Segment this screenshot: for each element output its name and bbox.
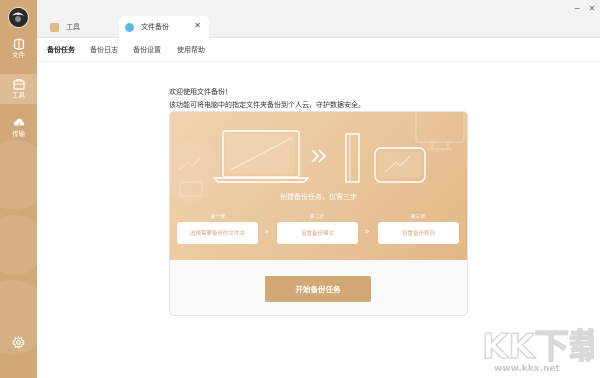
sidebar-decor [0, 215, 37, 275]
tab-bar: 工具 文件备份 ✕ − ✕ [37, 0, 600, 38]
welcome-text: 欢迎使用文件备份！ [169, 88, 232, 96]
watermark-url: www.kkx.net [494, 364, 560, 374]
sidebar-item-tools[interactable]: 工具 [0, 74, 37, 104]
tab-tools[interactable]: 工具 [44, 16, 119, 38]
sidebar-item-label: 工具 [12, 91, 25, 99]
gear-icon[interactable] [12, 336, 25, 349]
step-1-select-folder-button[interactable]: 选择需要备份的文件夹 [177, 222, 258, 244]
description-text: 该功能可将电脑中的指定文件夹备份到个人云，守护数据安全。 [169, 101, 365, 109]
start-backup-button[interactable]: 开始备份任务 [265, 276, 371, 302]
close-button[interactable]: ✕ [586, 4, 598, 13]
guide-banner: 创建备份任务，仅需三步 第一步 选择需要备份的文件夹 » 第二步 设置备份模式 … [170, 112, 467, 260]
close-icon[interactable]: ✕ [194, 21, 201, 30]
toolbox-icon [50, 22, 59, 32]
banner-title: 创建备份任务，仅需三步 [280, 193, 357, 201]
sidebar-item-transfer[interactable]: 传输 [0, 113, 37, 143]
sidebar-item-label: 传输 [12, 130, 25, 138]
step-arrow: » [364, 227, 370, 237]
step-2-backup-mode-button[interactable]: 设置备份模式 [277, 222, 358, 244]
sidebar: 文件 工具 传输 [0, 0, 37, 378]
sub-menu: 备份任务 备份日志 备份设置 使用帮助 [37, 38, 600, 62]
file-icon [13, 38, 24, 50]
backup-icon [125, 22, 134, 32]
avatar-icon [9, 8, 27, 26]
sidebar-decor [0, 140, 37, 210]
menu-backup-log[interactable]: 备份日志 [90, 45, 118, 55]
tab-label: 工具 [66, 23, 80, 31]
minimize-button[interactable]: − [571, 4, 583, 13]
tab-file-backup[interactable]: 文件备份 ✕ [119, 16, 209, 38]
tab-label: 文件备份 [141, 23, 169, 31]
cloud-transfer-icon [13, 118, 24, 129]
sidebar-item-files[interactable]: 文件 [0, 34, 37, 64]
step-3-label: 第三步 [410, 214, 426, 220]
sidebar-item-label: 文件 [12, 51, 25, 59]
step-2-label: 第二步 [309, 214, 325, 220]
svg-text:KK下载: KK下载 [482, 327, 594, 367]
menu-backup-settings[interactable]: 备份设置 [133, 45, 161, 55]
menu-help[interactable]: 使用帮助 [177, 45, 205, 55]
backup-guide-card: 创建备份任务，仅需三步 第一步 选择需要备份的文件夹 » 第二步 设置备份模式 … [169, 111, 468, 316]
menu-backup-tasks[interactable]: 备份任务 [47, 45, 75, 55]
step-arrow: » [264, 227, 270, 237]
avatar[interactable] [8, 7, 29, 28]
step-1-label: 第一步 [210, 214, 226, 220]
step-3-backup-rules-button[interactable]: 设置备份规则 [378, 222, 459, 244]
toolbox-icon [12, 78, 25, 90]
